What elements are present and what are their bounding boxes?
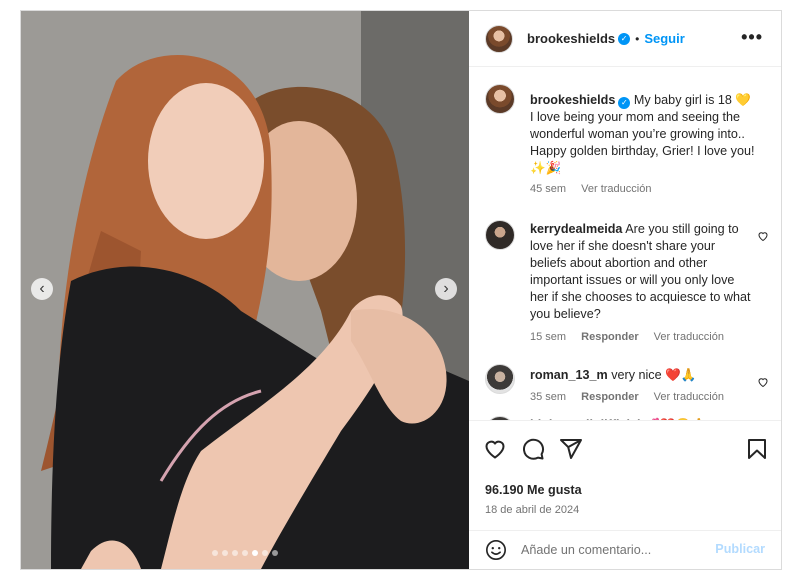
comments-list[interactable]: brookeshields ✓ My baby girl is 18 💛 I lo… (469, 68, 781, 420)
comment-text: very nice ❤️🙏 (611, 368, 697, 382)
caption-time[interactable]: 45 sem (530, 183, 566, 195)
post-header: brookeshields ✓ • Seguir ••• (469, 11, 781, 67)
carousel-dot (272, 550, 278, 556)
carousel-dot (262, 550, 268, 556)
carousel-dot-active (252, 550, 258, 556)
comment-meta: 15 sem Responder Ver traducción (530, 331, 736, 343)
smiley-icon[interactable] (485, 539, 507, 561)
carousel-dot (232, 550, 238, 556)
chevron-left-icon: ‹ (39, 280, 45, 297)
comment-username[interactable]: roman_13_m (530, 368, 608, 382)
avatar[interactable] (485, 24, 513, 53)
bookmark-icon[interactable] (745, 437, 769, 461)
follow-button[interactable]: Seguir (644, 31, 684, 46)
share-icon[interactable] (559, 437, 583, 461)
post-photo (21, 11, 469, 569)
more-horizontal-icon: ••• (741, 27, 763, 47)
verified-badge-icon: ✓ (618, 32, 631, 45)
publish-button[interactable]: Publicar (715, 542, 765, 556)
translate-link[interactable]: Ver traducción (654, 391, 724, 403)
separator-dot: • (635, 31, 640, 46)
reply-button[interactable]: Responder (581, 331, 638, 343)
carousel-dot (222, 550, 228, 556)
more-options-button[interactable]: ••• (741, 27, 763, 48)
comment-text: Are you still going to love her if she d… (530, 222, 751, 321)
chevron-right-icon: › (443, 280, 449, 297)
reply-button[interactable]: Responder (581, 391, 638, 403)
carousel-indicator (212, 550, 278, 556)
comment-text-block: kerrydealmeida Are you still going to lo… (530, 221, 755, 323)
avatar[interactable] (485, 84, 515, 114)
carousel-dot (212, 550, 218, 556)
heart-icon[interactable] (483, 437, 507, 461)
carousel-prev-button[interactable]: ‹ (31, 278, 53, 300)
post-date[interactable]: 18 de abril de 2024 (485, 504, 579, 516)
comment-icon[interactable] (521, 437, 545, 461)
comment-username[interactable]: kerrydealmeida (530, 222, 622, 236)
avatar[interactable] (485, 364, 515, 394)
comment-text-block: roman_13_m very nice ❤️🙏 (530, 367, 755, 384)
author-username[interactable]: brookeshields (527, 31, 615, 46)
comment-time[interactable]: 35 sem (530, 391, 566, 403)
likes-count[interactable]: 96.190 Me gusta (485, 483, 582, 497)
comment-like-heart-icon[interactable] (757, 230, 769, 242)
comment-time[interactable]: 15 sem (530, 331, 566, 343)
comment-like-heart-icon[interactable] (757, 376, 769, 388)
caption-translate-link[interactable]: Ver traducción (581, 183, 651, 195)
add-comment-bar: Publicar (469, 530, 781, 569)
avatar[interactable] (485, 220, 515, 250)
post-media[interactable]: ‹ › (21, 11, 469, 569)
post-side-panel: brookeshields ✓ • Seguir ••• brookeshiel… (469, 11, 781, 569)
instagram-post: ‹ › brookeshields ✓ • Seguir ••• brookes… (20, 10, 782, 570)
comment-input[interactable] (521, 540, 711, 560)
caption-text-block: brookeshields ✓ My baby girl is 18 💛 I lo… (530, 92, 755, 177)
carousel-next-button[interactable]: › (435, 278, 457, 300)
translate-link[interactable]: Ver traducción (654, 331, 724, 343)
comment-meta: 35 sem Responder Ver traducción (530, 391, 736, 403)
verified-badge-icon: ✓ (618, 97, 631, 109)
caption-username[interactable]: brookeshields (530, 93, 615, 107)
caption-meta: 45 sem Ver traducción (530, 183, 663, 195)
post-actions: 96.190 Me gusta 18 de abril de 2024 (469, 420, 781, 530)
carousel-dot (242, 550, 248, 556)
